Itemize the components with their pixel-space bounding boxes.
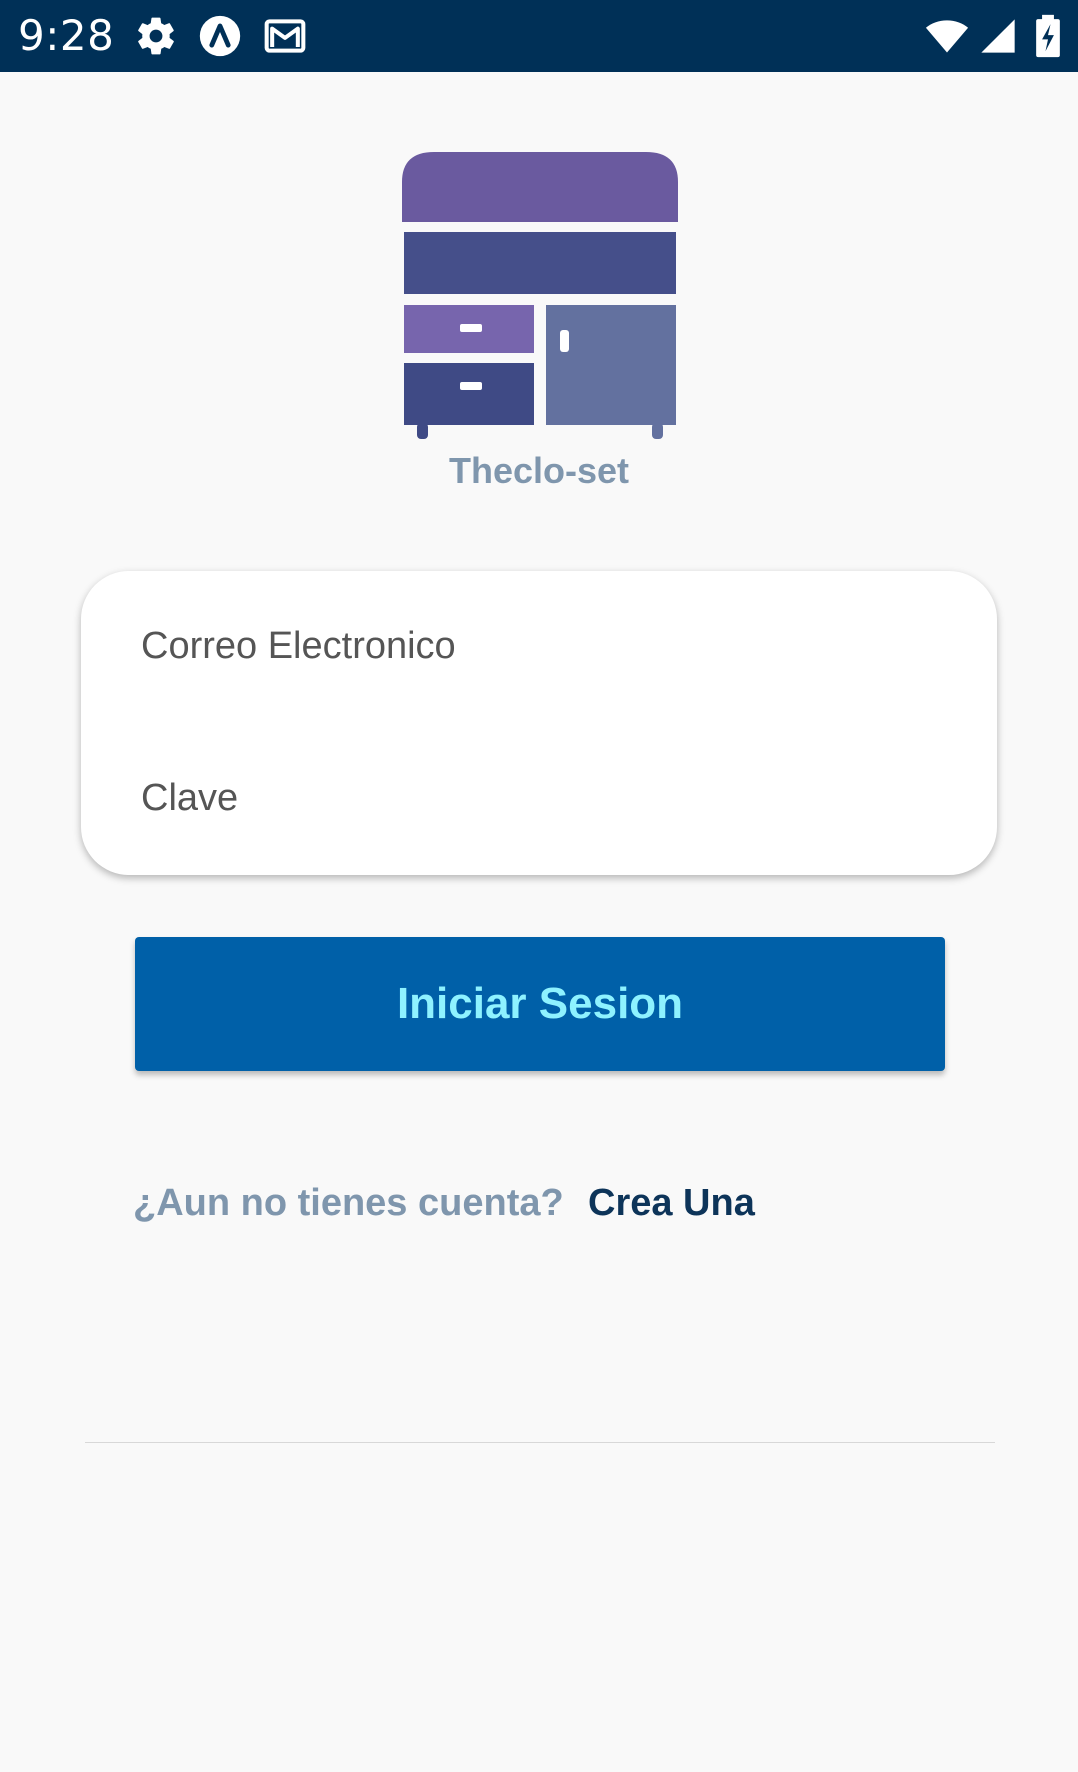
divider [85,1442,995,1443]
password-field[interactable] [141,763,941,833]
status-bar: 9:28 [0,0,1078,72]
wardrobe-icon [400,150,680,442]
gmail-icon [262,14,308,58]
cell-signal-icon [978,14,1018,58]
app-a-icon [197,14,243,58]
login-screen: 9:28 Theclo-set Correo Electronico Inici… [0,0,1078,1772]
login-card [81,571,997,875]
app-name: Theclo-set [448,450,630,491]
register-question: ¿Aun no tienes cuenta? [133,1182,564,1224]
email-field[interactable] [141,611,941,681]
battery-charging-icon [1030,14,1066,58]
wifi-icon [922,14,972,58]
create-account-link[interactable]: Crea Una [588,1182,755,1225]
login-button[interactable]: Iniciar Sesion [135,937,945,1071]
status-time: 9:28 [18,11,115,60]
settings-gear-icon [133,14,179,58]
